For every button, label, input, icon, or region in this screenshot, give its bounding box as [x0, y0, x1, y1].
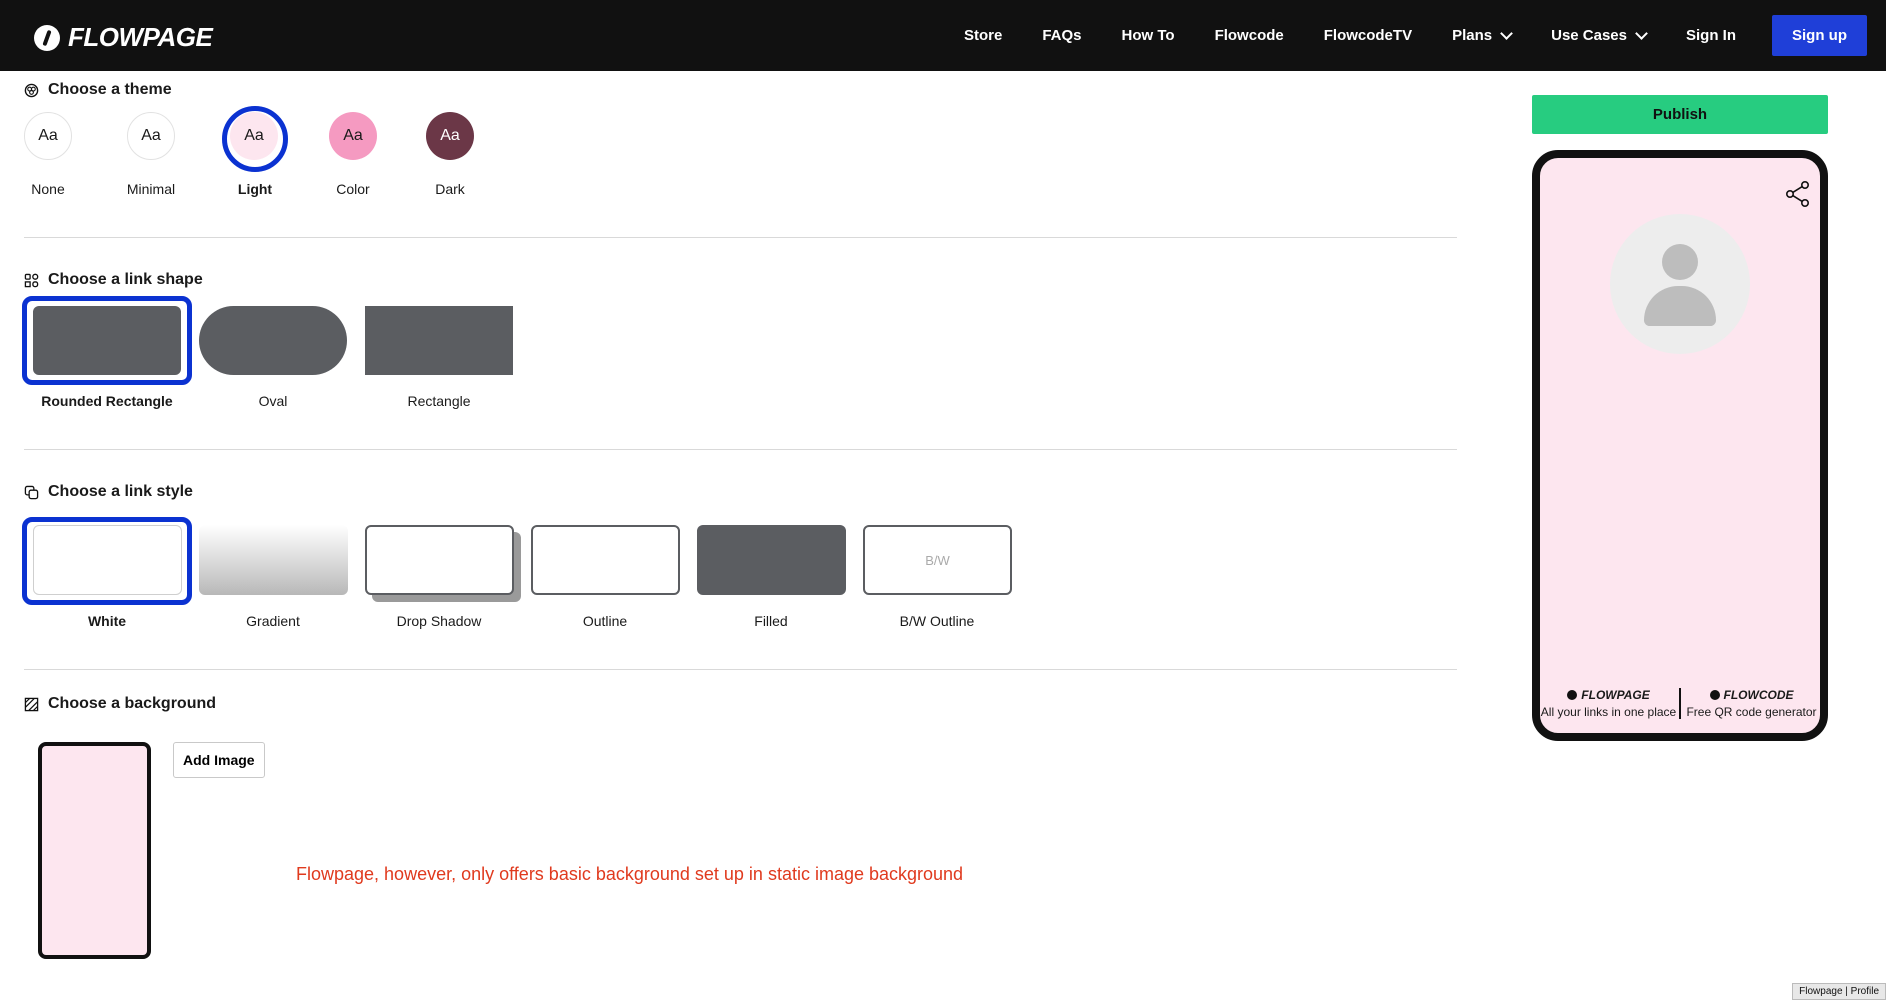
section-divider — [24, 237, 1457, 238]
footer-brand: FLOWPAGE — [1540, 688, 1677, 702]
grid-shapes-icon — [24, 273, 39, 287]
footer-brand-text: FLOWPAGE — [1581, 688, 1650, 702]
style-option-outline[interactable] — [531, 525, 680, 595]
style-section-title: Choose a link style — [24, 483, 193, 501]
phone-preview: FLOWPAGE All your links in one place FLO… — [1532, 150, 1828, 741]
shape-label-rectangle: Rectangle — [407, 393, 471, 409]
palette-icon — [24, 83, 39, 97]
style-label-drop-shadow: Drop Shadow — [396, 613, 482, 629]
section-title-text: Choose a link shape — [48, 271, 203, 288]
nav-dropdown-plans[interactable]: Plans — [1452, 26, 1513, 44]
sign-in-link[interactable]: Sign In — [1686, 27, 1736, 44]
nav-link-faqs[interactable]: FAQs — [1042, 27, 1081, 44]
use-cases-label: Use Cases — [1551, 27, 1627, 44]
layers-icon — [24, 485, 39, 499]
theme-glyph: Aa — [343, 127, 363, 144]
theme-option-minimal[interactable]: Aa — [127, 112, 175, 160]
nav-link-flowcode[interactable]: Flowcode — [1215, 27, 1284, 44]
nav-link-how-to[interactable]: How To — [1122, 27, 1175, 44]
footer-brand: FLOWCODE — [1683, 688, 1820, 702]
theme-section-title: Choose a theme — [24, 81, 172, 99]
footer-tagline: All your links in one place — [1540, 705, 1677, 719]
style-option-bw-outline[interactable]: B/W — [863, 525, 1012, 595]
avatar[interactable] — [1610, 214, 1750, 354]
background-section-title: Choose a background — [24, 695, 216, 713]
shape-option-oval[interactable] — [199, 306, 347, 375]
nav-dropdown-use-cases[interactable]: Use Cases — [1551, 26, 1648, 44]
avatar-head — [1662, 244, 1698, 280]
chevron-down-icon — [1500, 26, 1513, 40]
theme-option-light[interactable]: Aa — [230, 112, 278, 160]
footer-tagline: Free QR code generator — [1686, 705, 1817, 719]
flowpage-logo[interactable]: FLOWPAGE — [34, 22, 213, 53]
style-label-filled: Filled — [754, 613, 788, 629]
flowcode-mini-logo-icon — [1709, 690, 1720, 700]
flowpage-mini-logo-icon — [1567, 690, 1578, 700]
theme-label-dark: Dark — [435, 181, 465, 197]
add-image-button[interactable]: Add Image — [173, 742, 265, 778]
phone-footer: FLOWPAGE All your links in one place FLO… — [1540, 688, 1820, 719]
nav-link-flowcodetv[interactable]: FlowcodeTV — [1324, 27, 1412, 44]
style-label-outline: Outline — [582, 613, 628, 629]
style-label-bw-outline: B/W Outline — [899, 613, 975, 629]
theme-glyph: Aa — [244, 127, 264, 144]
share-icon[interactable] — [1784, 180, 1812, 208]
shape-option-rounded-rectangle[interactable] — [33, 306, 181, 375]
avatar-body — [1644, 286, 1716, 326]
bw-glyph: B/W — [925, 552, 950, 568]
nav-link-store[interactable]: Store — [964, 27, 1002, 44]
plans-label: Plans — [1452, 27, 1493, 44]
theme-option-none[interactable]: Aa — [24, 112, 72, 160]
style-option-filled[interactable] — [697, 525, 846, 595]
theme-label-color: Color — [336, 181, 370, 197]
background-preview-thumbnail[interactable] — [38, 742, 151, 959]
theme-label-none: None — [31, 181, 65, 197]
chevron-down-icon — [1635, 26, 1648, 40]
annotation-note: Flowpage, however, only offers basic bac… — [296, 864, 964, 884]
shape-section-title: Choose a link shape — [24, 271, 203, 289]
footer-brand-text: FLOWCODE — [1723, 688, 1794, 702]
flowpage-logo-icon — [34, 24, 60, 51]
section-title-text: Choose a background — [48, 695, 217, 712]
footer-flowcode[interactable]: FLOWCODE Free QR code generator — [1683, 688, 1820, 719]
top-nav: FLOWPAGE Store FAQs How To Flowcode Flow… — [0, 0, 1886, 71]
shape-label-rounded-rectangle: Rounded Rectangle — [41, 393, 173, 409]
style-label-gradient: Gradient — [246, 613, 300, 629]
style-option-white[interactable] — [33, 525, 182, 595]
style-label-white: White — [87, 613, 127, 629]
nav-links: Store FAQs How To Flowcode FlowcodeTV Pl… — [924, 0, 1867, 71]
sign-up-button[interactable]: Sign up — [1772, 15, 1867, 56]
theme-glyph: Aa — [141, 127, 161, 144]
footer-separator — [1679, 688, 1681, 719]
section-title-text: Choose a link style — [48, 483, 193, 500]
theme-label-minimal: Minimal — [126, 181, 176, 197]
footer-flowpage[interactable]: FLOWPAGE All your links in one place — [1540, 688, 1677, 719]
logo-text: FLOWPAGE — [68, 22, 213, 52]
theme-glyph: Aa — [38, 127, 58, 144]
style-option-gradient[interactable] — [199, 525, 348, 595]
browser-tab-label: Flowpage | Profile — [1792, 983, 1886, 1000]
theme-glyph: Aa — [440, 127, 460, 144]
theme-option-dark[interactable]: Aa — [426, 112, 474, 160]
theme-option-color[interactable]: Aa — [329, 112, 377, 160]
section-divider — [24, 449, 1457, 450]
theme-label-light: Light — [237, 181, 273, 197]
style-option-drop-shadow[interactable] — [365, 525, 514, 595]
section-divider — [24, 669, 1457, 670]
pattern-icon — [24, 697, 39, 711]
shape-option-rectangle[interactable] — [365, 306, 513, 375]
shape-label-oval: Oval — [258, 393, 288, 409]
section-title-text: Choose a theme — [48, 81, 172, 98]
publish-button[interactable]: Publish — [1532, 95, 1828, 134]
